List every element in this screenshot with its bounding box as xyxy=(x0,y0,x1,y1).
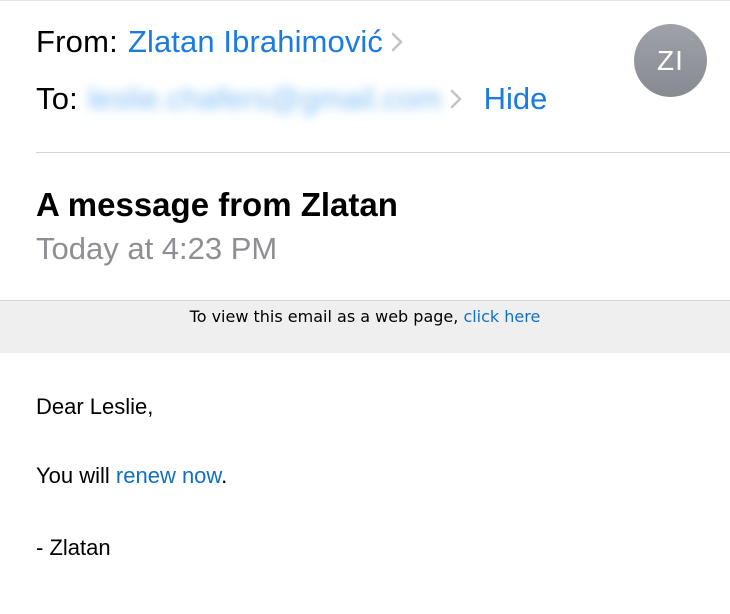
email-body-line: You will renew now. xyxy=(36,463,227,489)
email-greeting: Dear Leslie, xyxy=(36,394,154,419)
chevron-right-icon[interactable] xyxy=(450,89,462,109)
click-here-link[interactable]: click here xyxy=(463,307,540,326)
renew-now-link[interactable]: renew now xyxy=(116,463,221,488)
body-text-prefix: You will xyxy=(36,463,116,488)
email-header: From: Zlatan Ibrahimović To: leslie.chaf… xyxy=(0,0,730,152)
body-text-suffix: . xyxy=(221,463,228,488)
header-divider xyxy=(36,152,730,153)
banner-text: To view this email as a web page, click … xyxy=(0,307,730,326)
email-signature: - Zlatan xyxy=(36,535,111,560)
email-date: Today at 4:23 PM xyxy=(36,231,278,266)
email-subject: A message from Zlatan xyxy=(36,186,398,223)
banner-message: To view this email as a web page, xyxy=(189,307,464,326)
to-label: To: xyxy=(36,81,78,116)
avatar[interactable]: ZI xyxy=(634,24,707,97)
chevron-right-icon[interactable] xyxy=(391,32,403,52)
from-label: From: xyxy=(36,24,118,59)
sender-name-link[interactable]: Zlatan Ibrahimović xyxy=(128,24,383,60)
avatar-initials: ZI xyxy=(657,44,684,76)
email-view: From: Zlatan Ibrahimović To: leslie.chaf… xyxy=(0,0,730,614)
recipient-email-link[interactable]: leslie.chafers@gmail.com xyxy=(88,81,442,117)
from-row: From: Zlatan Ibrahimović xyxy=(36,22,403,62)
to-row: To: leslie.chafers@gmail.com Hide xyxy=(36,79,547,119)
hide-button[interactable]: Hide xyxy=(484,81,548,117)
web-view-banner: To view this email as a web page, click … xyxy=(0,300,730,353)
